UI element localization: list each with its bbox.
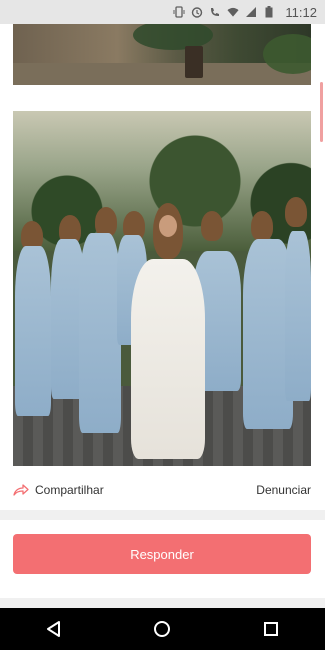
vibrate-icon [173, 6, 185, 18]
previous-post-photo[interactable] [13, 24, 311, 85]
photo-floor [13, 63, 311, 85]
clock: 11:12 [285, 4, 317, 20]
signal-icon [245, 6, 257, 18]
home-icon [154, 621, 171, 637]
photo-figure [251, 211, 273, 241]
section-divider [0, 598, 325, 608]
post-actions: Compartilhar Denunciar [13, 480, 311, 500]
navigation-bar [0, 608, 325, 650]
home-button[interactable] [152, 619, 172, 639]
post-photo[interactable] [13, 111, 311, 466]
share-icon [13, 483, 29, 497]
alarm-icon [191, 6, 203, 18]
photo-figure [79, 233, 121, 433]
section-divider [0, 510, 325, 520]
back-button[interactable] [44, 619, 64, 639]
scrollbar[interactable] [320, 82, 323, 142]
photo-pot [185, 46, 203, 78]
photo-figure [201, 211, 223, 241]
report-button[interactable]: Denunciar [256, 483, 311, 497]
recents-button[interactable] [261, 619, 281, 639]
thread-content[interactable]: Compartilhar Denunciar Responder [0, 24, 325, 608]
share-label: Compartilhar [35, 483, 104, 497]
share-button[interactable]: Compartilhar [13, 483, 104, 497]
status-bar: 11:12 [0, 0, 325, 24]
photo-figure [159, 215, 177, 237]
photo-figure [131, 259, 205, 459]
wifi-call-icon [209, 6, 221, 18]
back-icon [47, 621, 61, 637]
photo-figure [285, 197, 307, 227]
recents-icon [263, 622, 278, 636]
wifi-icon [227, 6, 239, 18]
battery-icon [263, 6, 275, 18]
photo-figure [15, 246, 51, 416]
photo-figure [285, 231, 311, 401]
reply-button[interactable]: Responder [13, 534, 311, 574]
